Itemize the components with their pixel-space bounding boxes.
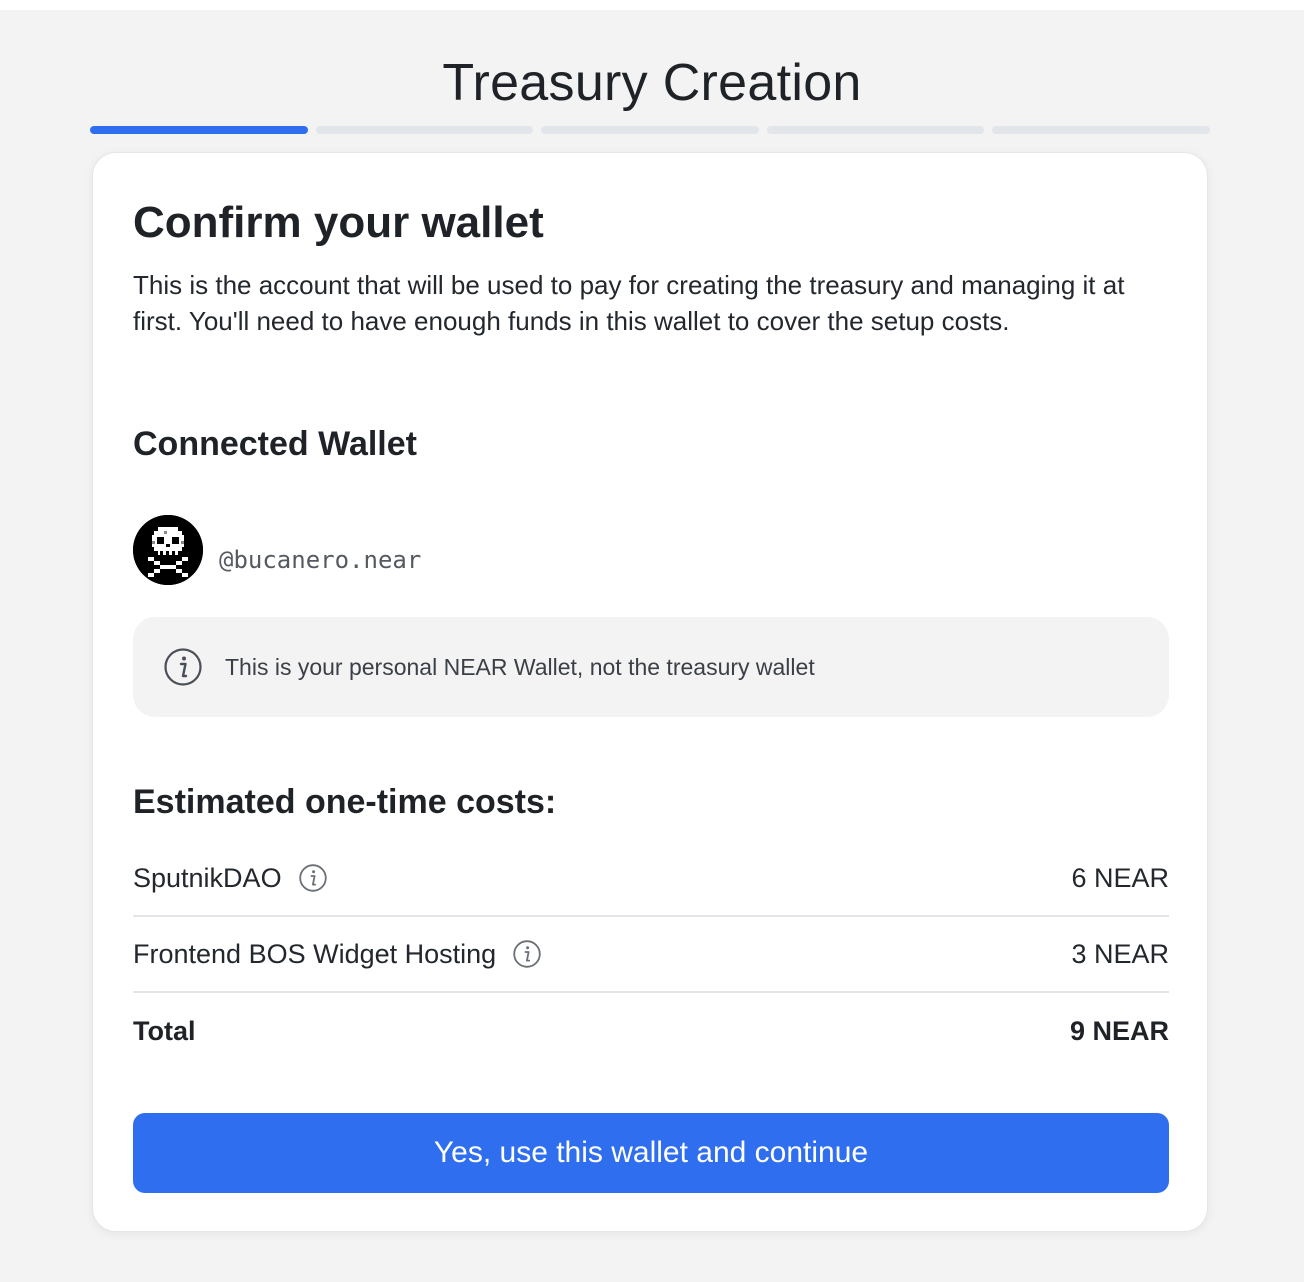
info-circle-icon[interactable] — [298, 863, 328, 893]
progress-step-1 — [90, 126, 308, 134]
continue-button[interactable]: Yes, use this wallet and continue — [133, 1113, 1169, 1193]
cost-row-total: Total 9 NEAR — [133, 993, 1169, 1069]
page-title: Treasury Creation — [442, 53, 862, 112]
estimated-costs-title: Estimated one-time costs: — [133, 783, 557, 821]
wallet-notice: This is your personal NEAR Wallet, not t… — [133, 617, 1169, 717]
step-progress-bar — [90, 126, 1210, 134]
notice-text: This is your personal NEAR Wallet, not t… — [225, 653, 815, 680]
cost-label: SputnikDAO — [133, 862, 282, 893]
progress-step-3 — [541, 126, 759, 134]
total-label: Total — [133, 1015, 196, 1046]
cost-value: 6 NEAR — [1071, 862, 1169, 893]
costs-table: SputnikDAO 6 NEAR Frontend BOS Widget Ho… — [133, 841, 1169, 1069]
cost-label-group: Frontend BOS Widget Hosting — [133, 939, 542, 970]
card-description: This is the account that will be used to… — [133, 270, 1125, 336]
avatar — [133, 515, 203, 585]
card-title: Confirm your wallet — [133, 198, 544, 247]
progress-step-5 — [992, 126, 1210, 134]
info-circle-icon[interactable] — [512, 939, 542, 969]
total-value: 9 NEAR — [1069, 1015, 1169, 1046]
wallet-account-id: @bucanero.near — [219, 546, 422, 574]
cost-row-sputnikdao: SputnikDAO 6 NEAR — [133, 841, 1169, 917]
cost-label: Frontend BOS Widget Hosting — [133, 938, 497, 969]
progress-step-2 — [315, 126, 534, 134]
progress-step-4 — [766, 126, 985, 134]
cost-value: 3 NEAR — [1071, 938, 1169, 969]
info-circle-icon — [163, 647, 203, 687]
connected-wallet-title: Connected Wallet — [133, 425, 417, 463]
cost-label-group: SputnikDAO — [133, 863, 328, 894]
connected-wallet: @bucanero.near — [133, 515, 421, 585]
confirm-wallet-card: Confirm your wallet This is the account … — [92, 152, 1208, 1232]
cost-row-bos-hosting: Frontend BOS Widget Hosting 3 NEAR — [133, 917, 1169, 993]
pixel-skull-crossbones-icon — [133, 515, 203, 585]
